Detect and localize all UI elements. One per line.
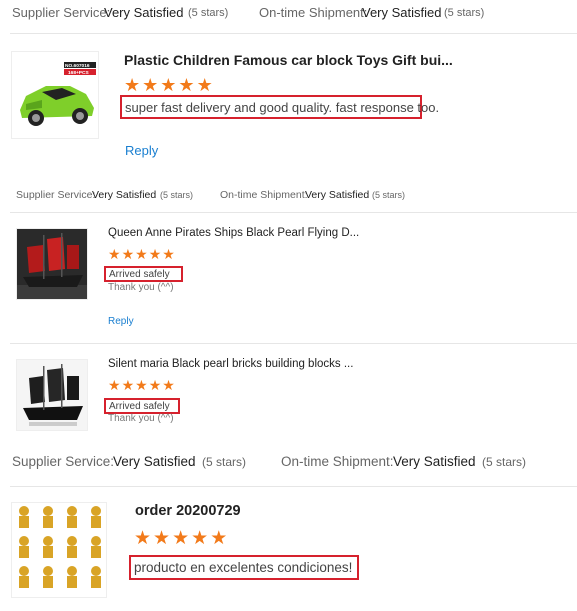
star-icon: ★ [121,246,135,262]
star-icon: ★ [148,246,162,262]
star-icon: ★ [121,377,135,393]
star-icon: ★ [178,75,195,95]
product-thumbnail[interactable]: NO.607016 168+PCS [11,51,99,139]
star-icon: ★ [108,377,121,393]
supplier-service-value: Very Satisfied [104,5,184,20]
shipment-label: On-time Shipment: [259,5,368,20]
star-icon: ★ [191,528,209,549]
product-title[interactable]: Silent maria Black pearl bricks building… [108,358,353,370]
product-thumbnail[interactable] [16,359,88,431]
shipment-value: Very Satisfied [393,454,476,469]
shipment-label: On-time Shipment: [220,189,308,201]
star-icon: ★ [196,75,213,95]
star-icon: ★ [148,377,162,393]
supplier-service-value: Very Satisfied [92,189,157,201]
reply-link[interactable]: Reply [108,316,134,327]
star-icon: ★ [153,528,171,549]
shipment-stars: (5 stars) [444,7,485,19]
thumb-badge-2: 168+PCS [68,70,89,76]
star-icon: ★ [142,75,159,95]
black-pearl-ship-image [17,360,87,430]
green-car-image: NO.607016 168+PCS [12,52,98,138]
star-icon: ★ [210,528,228,549]
star-icon: ★ [135,377,148,393]
review-comment: producto en excelentes condiciones! [129,555,359,580]
star-icon: ★ [160,75,177,95]
product-title[interactable]: Plastic Children Famous car block Toys G… [124,52,453,68]
shipment-stars: (5 stars) [482,455,527,469]
rating-stars: ★ ★ ★ ★ ★ [134,529,229,548]
rating-stars: ★ ★ ★ ★ ★ [108,247,176,261]
shipment-value: Very Satisfied [362,5,442,20]
supplier-service-label: Supplier Service: [12,5,111,20]
star-icon: ★ [108,246,121,262]
star-icon: ★ [162,246,175,262]
supplier-service-stars: (5 stars) [160,190,194,200]
seller-response: Thank you (^^) [108,413,174,424]
product-thumbnail[interactable] [16,228,88,300]
rating-stars: ★ ★ ★ ★ ★ [124,76,215,94]
review-comment: Arrived safely [104,266,183,282]
pirate-ship-image [17,229,87,299]
supplier-service-stars: (5 stars) [202,455,247,469]
shipment-value: Very Satisfied [305,189,370,201]
product-title[interactable]: order 20200729 [135,503,241,519]
minifigures-image [12,503,106,597]
rating-stars: ★ ★ ★ ★ ★ [108,378,176,392]
seller-response: Thank you (^^) [108,282,174,293]
shipment-label: On-time Shipment: [281,454,394,469]
star-icon: ★ [162,377,175,393]
supplier-service-value: Very Satisfied [113,454,196,469]
shipment-stars: (5 stars) [372,190,406,200]
product-title[interactable]: Queen Anne Pirates Ships Black Pearl Fly… [108,227,359,239]
review-comment: super fast delivery and good quality. fa… [120,95,439,119]
star-icon: ★ [124,75,141,95]
supplier-service-label: Supplier Service: [12,454,115,469]
thumb-badge: NO.607016 [65,63,90,69]
reply-link[interactable]: Reply [125,143,158,158]
review-comment: Arrived safely [104,398,180,414]
divider [10,33,577,34]
product-thumbnail[interactable] [11,502,107,598]
divider [10,486,577,487]
divider [10,212,577,213]
star-icon: ★ [135,246,148,262]
supplier-service-stars: (5 stars) [188,7,229,19]
star-icon: ★ [134,528,152,549]
supplier-service-label: Supplier Service: [16,189,96,201]
divider [10,343,577,344]
star-icon: ★ [172,528,190,549]
